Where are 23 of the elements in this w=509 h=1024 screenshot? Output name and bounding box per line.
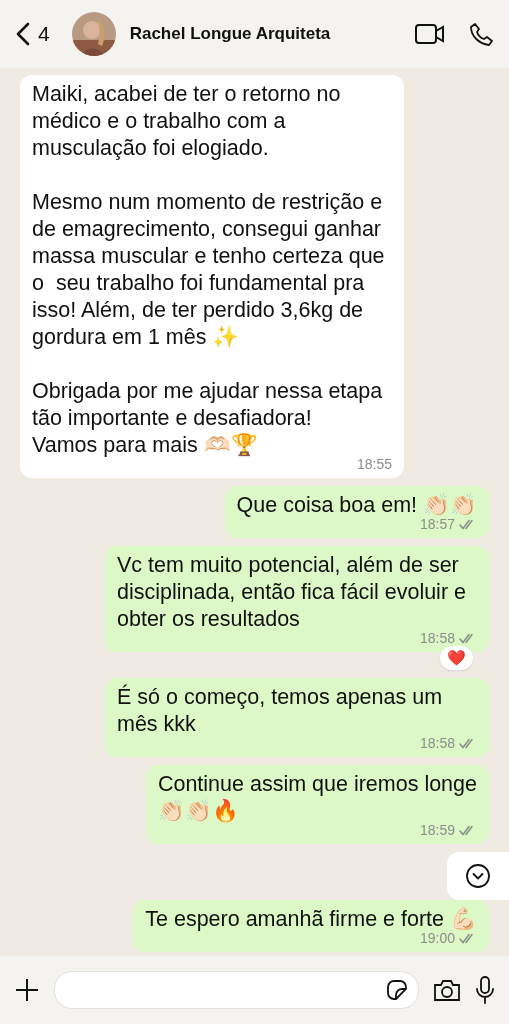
- message-bubble: É só o começo, temos apenas um mês kkk 18:58: [105, 678, 489, 757]
- sticker-icon[interactable]: [386, 979, 408, 1001]
- contact-name: Rachel Longue Arquiteta: [129, 24, 332, 44]
- phone-call-button[interactable]: [469, 22, 493, 46]
- reaction[interactable]: ❤: [440, 646, 473, 670]
- message-time: 18:57: [419, 515, 455, 533]
- message-time: 18:58: [419, 734, 455, 752]
- message-bubble: Maiki, acabei de ter o retorno no médico e o trabalho com a musculação foi elogiado. Mesmo num momento de restrição e de emagrecimento, consegui ganhar massa muscular e tenho certeza que o seu trabalho foi fundamental pra isso! Além, de ter perdido 3,6kg de gordura em 1 mês ✨ Obrigada por me ajudar nessa etapa tão importante e desafiadora! Vamos para mais 🫶🏻🏆 18:55: [20, 75, 404, 478]
- message-time: 18:59: [419, 821, 455, 839]
- video-call-button[interactable]: [415, 23, 445, 45]
- back-button[interactable]: 4: [16, 22, 50, 46]
- message-bubble: Continue assim que iremos longe 👏🏻👏🏻🔥 18:59: [145, 765, 489, 844]
- add-button[interactable]: [14, 977, 40, 1003]
- camera-button[interactable]: [433, 978, 461, 1002]
- microphone-button[interactable]: [475, 976, 495, 1004]
- chevron-down-icon: [465, 863, 491, 889]
- message-bubble: Que coisa boa em! 👏🏻👏🏻 18:57: [224, 486, 489, 538]
- message-time: 18:58: [419, 629, 455, 647]
- message-time: 18:55: [356, 455, 392, 473]
- scroll-down-button[interactable]: [447, 852, 509, 900]
- message-time: 19:00: [419, 930, 455, 947]
- message-input[interactable]: [54, 971, 419, 1009]
- message-bubble: Te espero amanhã firme e forte 💪🏻 19:00: [133, 900, 489, 952]
